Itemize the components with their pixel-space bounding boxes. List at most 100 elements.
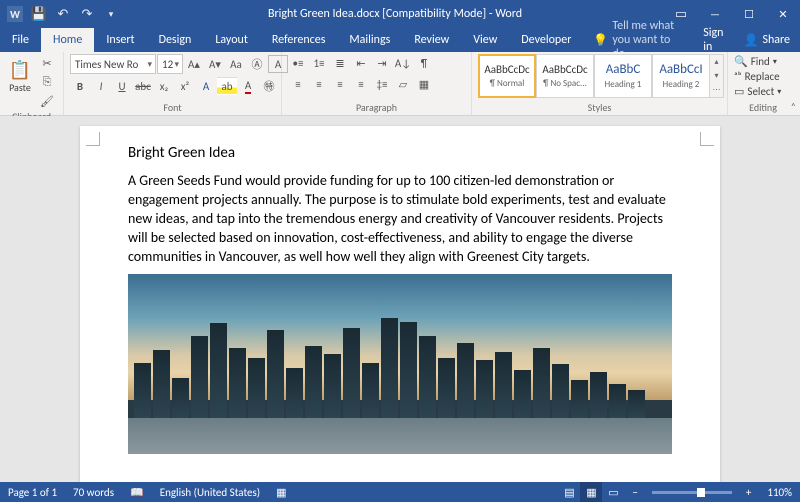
font-size-select[interactable]: 12	[157, 54, 183, 74]
zoom-out-button[interactable]: −	[624, 486, 645, 499]
select-button[interactable]: ▭Select▾	[734, 84, 781, 99]
group-paragraph-label: Paragraph	[288, 101, 465, 115]
close-button[interactable]: ✕	[766, 0, 800, 28]
zoom-value[interactable]: 110%	[759, 486, 800, 499]
tab-home[interactable]: Home	[41, 28, 94, 52]
align-right-button[interactable]: ≡	[330, 75, 350, 93]
svg-text:W: W	[10, 8, 20, 21]
group-font-label: Font	[70, 101, 275, 115]
maximize-button[interactable]: ☐	[732, 0, 766, 28]
style-heading2[interactable]: AaBbCcIHeading 2	[652, 54, 710, 98]
enclose-button[interactable]: ㊕	[259, 77, 279, 95]
tab-view[interactable]: View	[461, 28, 509, 52]
numbering-button[interactable]: 1≡	[309, 54, 329, 72]
highlight-button[interactable]: ab	[217, 77, 237, 95]
tab-review[interactable]: Review	[402, 28, 461, 52]
paste-button[interactable]: 📋 Paste	[6, 54, 34, 98]
view-web-button[interactable]: ▭	[602, 482, 624, 502]
clipboard-icon: 📋	[9, 59, 31, 81]
word-app-icon: W	[6, 5, 24, 23]
show-marks-button[interactable]: ¶	[414, 54, 434, 72]
justify-button[interactable]: ≡	[351, 75, 371, 93]
tab-mailings[interactable]: Mailings	[337, 28, 402, 52]
font-name-select[interactable]: Times New Ro	[70, 54, 156, 74]
undo-icon[interactable]: ↶	[54, 5, 72, 23]
document-image[interactable]	[128, 274, 672, 454]
tell-me-box[interactable]: 💡Tell me what you want to do...	[583, 28, 693, 52]
group-editing: 🔍Find▾ ᵃᵇReplace ▭Select▾ Editing	[728, 52, 798, 115]
line-spacing-button[interactable]: ‡≡	[372, 75, 392, 93]
style-nospacing[interactable]: AaBbCcDc¶ No Spac...	[536, 54, 594, 98]
bulb-icon: 💡	[593, 33, 608, 48]
tab-references[interactable]: References	[260, 28, 338, 52]
find-button[interactable]: 🔍Find▾	[734, 54, 781, 69]
styles-gallery[interactable]: AaBbCcDc¶ Normal AaBbCcDc¶ No Spac... Aa…	[478, 54, 724, 98]
change-case-button[interactable]: Aa	[226, 55, 246, 73]
font-size-value: 12	[162, 58, 173, 71]
status-bar: Page 1 of 1 70 words 📖 English (United S…	[0, 482, 800, 502]
clear-formatting-button[interactable]: Ⓐ	[247, 55, 267, 73]
window-title: Bright Green Idea.docx [Compatibility Mo…	[126, 7, 664, 21]
view-read-button[interactable]: ▤	[558, 482, 580, 502]
borders-button[interactable]: ▦	[414, 75, 434, 93]
grow-font-button[interactable]: A▴	[184, 55, 204, 73]
zoom-in-button[interactable]: +	[738, 486, 759, 499]
document-body[interactable]: A Green Seeds Fund would provide funding…	[128, 172, 672, 266]
window-controls: — ☐ ✕	[698, 0, 800, 28]
tab-file[interactable]: File	[0, 28, 41, 52]
styles-more-button[interactable]: ▴▾⋯	[710, 54, 724, 98]
shrink-font-button[interactable]: A▾	[205, 55, 225, 73]
tab-layout[interactable]: Layout	[203, 28, 260, 52]
tab-developer[interactable]: Developer	[509, 28, 583, 52]
increase-indent-button[interactable]: ⇥	[372, 54, 392, 72]
status-macro[interactable]: ▦	[268, 486, 294, 499]
style-heading1[interactable]: AaBbCHeading 1	[594, 54, 652, 98]
align-left-button[interactable]: ≡	[288, 75, 308, 93]
replace-button[interactable]: ᵃᵇReplace	[734, 69, 781, 84]
status-words[interactable]: 70 words	[65, 486, 122, 499]
replace-icon: ᵃᵇ	[734, 70, 742, 83]
underline-button[interactable]: U	[112, 77, 132, 95]
align-center-button[interactable]: ≡	[309, 75, 329, 93]
document-area[interactable]: Bright Green Idea A Green Seeds Fund wou…	[0, 116, 800, 482]
collapse-ribbon-button[interactable]: ˄	[791, 100, 796, 113]
share-icon: 👤	[743, 33, 758, 48]
tab-design[interactable]: Design	[147, 28, 204, 52]
group-editing-label: Editing	[734, 101, 792, 115]
font-name-value: Times New Ro	[75, 58, 138, 71]
status-page[interactable]: Page 1 of 1	[0, 486, 65, 499]
zoom-slider[interactable]	[652, 491, 732, 494]
shading-button[interactable]: ▱	[393, 75, 413, 93]
save-icon[interactable]: 💾	[30, 5, 48, 23]
cut-button[interactable]: ✂	[37, 54, 57, 72]
copy-button[interactable]: ⎘	[37, 73, 57, 91]
margin-corner-icon	[700, 132, 714, 146]
superscript-button[interactable]: x²	[175, 77, 195, 95]
group-font: Times New Ro 12 A▴ A▾ Aa Ⓐ A B I U abc x…	[64, 52, 282, 115]
text-effects-button[interactable]: A	[196, 77, 216, 95]
signin-button[interactable]: Sign in	[693, 28, 733, 52]
minimize-button[interactable]: —	[698, 0, 732, 28]
sort-button[interactable]: A↓	[393, 54, 413, 72]
ribbon-tabs: File Home Insert Design Layout Reference…	[0, 28, 800, 52]
redo-icon[interactable]: ↷	[78, 5, 96, 23]
italic-button[interactable]: I	[91, 77, 111, 95]
tab-insert[interactable]: Insert	[94, 28, 146, 52]
share-button[interactable]: 👤Share	[733, 28, 800, 52]
strikethrough-button[interactable]: abc	[133, 77, 153, 95]
status-proofing[interactable]: 📖	[122, 486, 152, 499]
font-color-button[interactable]: A	[238, 77, 258, 95]
multilevel-button[interactable]: ≣	[330, 54, 350, 72]
document-title[interactable]: Bright Green Idea	[128, 144, 672, 162]
bold-button[interactable]: B	[70, 77, 90, 95]
style-normal[interactable]: AaBbCcDc¶ Normal	[478, 54, 536, 98]
decrease-indent-button[interactable]: ⇤	[351, 54, 371, 72]
format-painter-button[interactable]: 🖌	[37, 92, 57, 110]
view-print-button[interactable]: ▦	[580, 482, 602, 502]
status-language[interactable]: English (United States)	[152, 486, 268, 499]
ribbon-options-icon[interactable]: ▭	[664, 5, 698, 23]
qat-customize-icon[interactable]: ▾	[102, 5, 120, 23]
document-page[interactable]: Bright Green Idea A Green Seeds Fund wou…	[80, 126, 720, 482]
subscript-button[interactable]: x₂	[154, 77, 174, 95]
bullets-button[interactable]: •≡	[288, 54, 308, 72]
